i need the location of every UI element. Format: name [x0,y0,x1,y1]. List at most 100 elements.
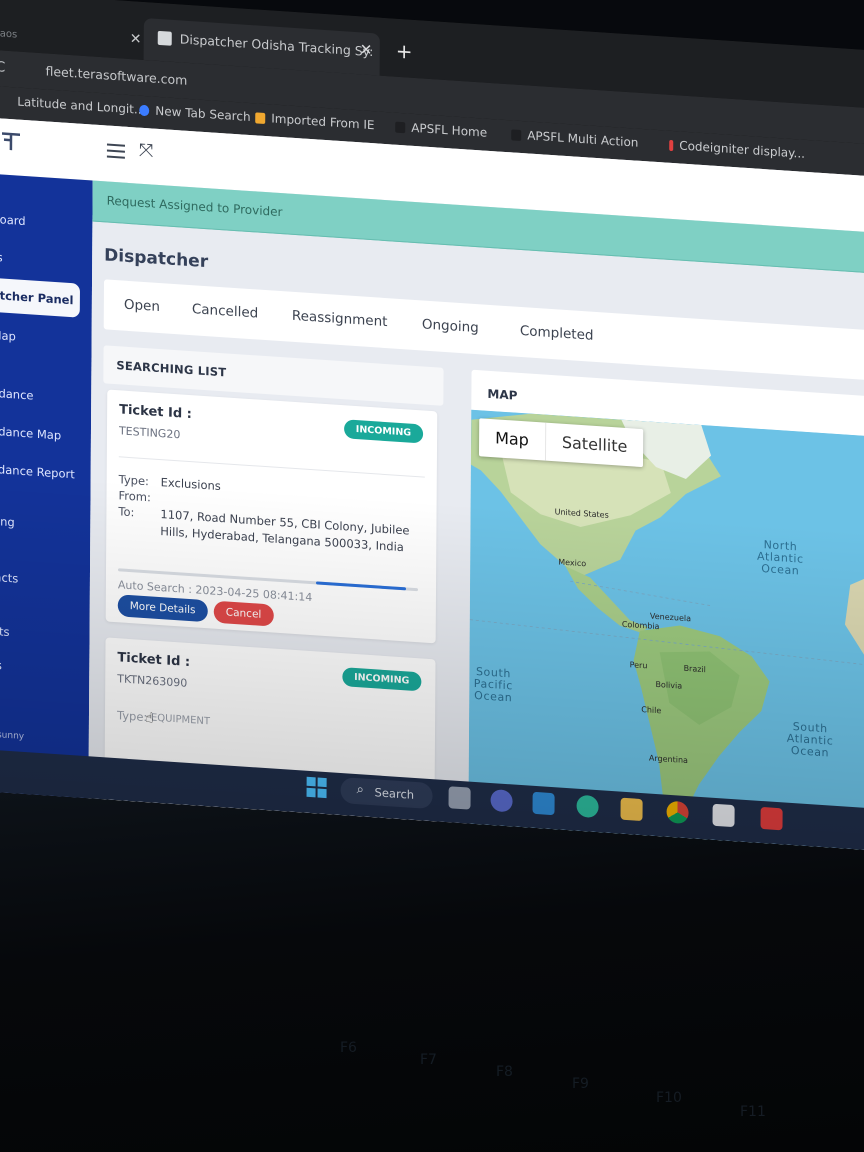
bookmark-item[interactable]: Imported From IE [255,110,375,133]
main-content: Request Assigned to Provider Dispatcher … [88,180,864,851]
search-progress-fill [316,581,407,591]
bookmark-item[interactable]: New Tab Search [139,103,251,125]
bookmark-label: APSFL Home [411,120,488,140]
globe-icon [139,104,150,116]
tab-ongoing[interactable]: Ongoing [422,316,479,336]
sidebar-item[interactable]: king [0,514,15,530]
alert-text: Request Assigned to Provider [106,193,283,220]
bookmark-label: APSFL Multi Action [527,128,639,150]
ocean-label: South Atlantic Ocean [786,720,834,760]
reload-icon[interactable]: C [0,59,5,76]
key-glow: F9 [572,1076,589,1092]
type-key: Type: [118,472,149,489]
bookmark-label: Codeigniter display... [679,138,806,161]
tab-reassignment[interactable]: Reassignment [292,308,388,330]
status-badge: INCOMING [343,419,424,444]
type-key: Type: [116,708,148,725]
bookmark-item[interactable]: Latitude and Longit... [17,95,145,118]
sidebar-item[interactable]: ts [0,250,3,265]
expand-icon[interactable]: ⤧ [139,140,154,162]
ticket-id-value: TESTING20 [118,424,181,442]
page-icon [395,121,406,133]
codeigniter-icon [669,139,674,151]
ticket-card[interactable]: Ticket Id : TESTING20 INCOMING Type: Exc… [105,389,438,644]
searching-list-title: SEARCHING LIST [116,358,227,380]
favicon-icon [157,30,172,46]
vscode-icon[interactable] [532,791,555,816]
key-glow: F8 [496,1064,513,1080]
sidebar-item[interactable]: ndance Map [0,424,61,443]
store-icon[interactable] [712,803,735,828]
taskbar-search[interactable]: ⌕ Search [340,777,433,810]
task-view-icon[interactable] [448,786,471,810]
recorder-icon[interactable] [760,806,783,831]
hamburger-icon[interactable] [106,143,125,159]
app: ⤧ board ts atcher Panel Map ndance ndanc… [0,117,864,851]
sidebar: board ts atcher Panel Map ndance ndance … [0,173,93,799]
tab-cancelled[interactable]: Cancelled [192,301,258,321]
ticket-id-label: Ticket Id : [119,402,192,423]
page-title: Dispatcher [104,245,209,273]
windows-start-icon[interactable] [306,776,327,799]
tab-completed[interactable]: Completed [520,323,594,344]
sidebar-item[interactable]: tacts [0,570,18,586]
map-panel: MAP Map Satellite United States Mexico V… [468,369,864,851]
sidebar-item[interactable]: icts [0,624,10,639]
chrome-icon[interactable] [666,800,689,825]
type-value: Exclusions [160,475,221,494]
sidebar-user[interactable]: y sunny [0,730,24,742]
keyboard-area: F6 F7 F8 F9 F10 F11 [0,790,864,1152]
page-icon [511,128,522,141]
sidebar-item[interactable]: ndance [0,386,34,403]
search-icon: ⌕ [356,782,364,798]
new-tab-icon[interactable]: + [396,39,413,64]
map-view-button[interactable]: Map [478,418,547,461]
to-value: 1107, Road Number 55, CBI Colony, Jubile… [160,507,410,555]
map-place-label: Mexico [558,557,587,569]
close-tab-icon[interactable]: ✕ [130,31,142,48]
map-place-label: Bolivia [655,679,683,691]
laptop-screen: aos ✕ Dispatcher Odisha Tracking Sy: ✕ +… [0,0,864,851]
edge-icon[interactable] [576,794,599,819]
tab-open[interactable]: Open [124,297,160,315]
map-title: MAP [487,386,518,403]
file-explorer-icon[interactable] [620,797,643,822]
cancel-button[interactable]: Cancel [213,600,274,627]
sidebar-item[interactable]: ndance Report [0,462,75,482]
bookmark-label: Latitude and Longit... [17,94,146,118]
mouse-cursor-icon: ☝ [144,710,154,727]
searching-list-panel: SEARCHING LIST Ticket Id : TESTING20 INC… [100,345,445,830]
bookmark-item[interactable]: APSFL Multi Action [511,127,639,150]
sidebar-item-dispatcher-panel[interactable]: atcher Panel [0,277,81,318]
key-glow: F11 [740,1104,766,1120]
satellite-view-button[interactable]: Satellite [546,423,644,467]
bookmark-label: New Tab Search [155,103,251,125]
more-details-button[interactable]: More Details [117,594,208,623]
folder-icon [255,111,266,124]
key-glow: F7 [420,1052,437,1068]
ticket-id-label: Ticket Id : [117,650,191,671]
sidebar-item[interactable]: ks [0,658,2,673]
active-tab-title: Dispatcher Odisha Tracking Sy: [179,31,374,60]
bookmark-label: Imported From IE [271,111,375,133]
ticket-id-value: TKTN263090 [117,672,188,690]
map-place-label: Brazil [683,663,706,675]
to-key: To: [118,504,135,520]
teams-icon[interactable] [490,788,513,813]
sidebar-item[interactable]: Map [0,328,16,344]
key-glow: F6 [340,1040,357,1056]
ocean-label: South Pacific Ocean [473,665,514,705]
url-field[interactable]: fleet.terasoftware.com [45,63,187,87]
map-place-label: Chile [641,704,662,716]
from-key: From: [118,488,151,505]
app-logo [0,130,25,164]
taskbar-search-label: Search [374,785,415,802]
bookmark-item[interactable]: Codeigniter display... [669,138,805,161]
map-place-label: Peru [629,660,648,671]
previous-tab-label[interactable]: aos [0,28,17,40]
sidebar-item-label: atcher Panel [0,287,74,308]
key-glow: F10 [656,1090,682,1106]
close-tab-icon[interactable]: ✕ [360,40,373,59]
sidebar-item[interactable]: board [0,212,26,228]
bookmark-item[interactable]: APSFL Home [395,120,487,140]
